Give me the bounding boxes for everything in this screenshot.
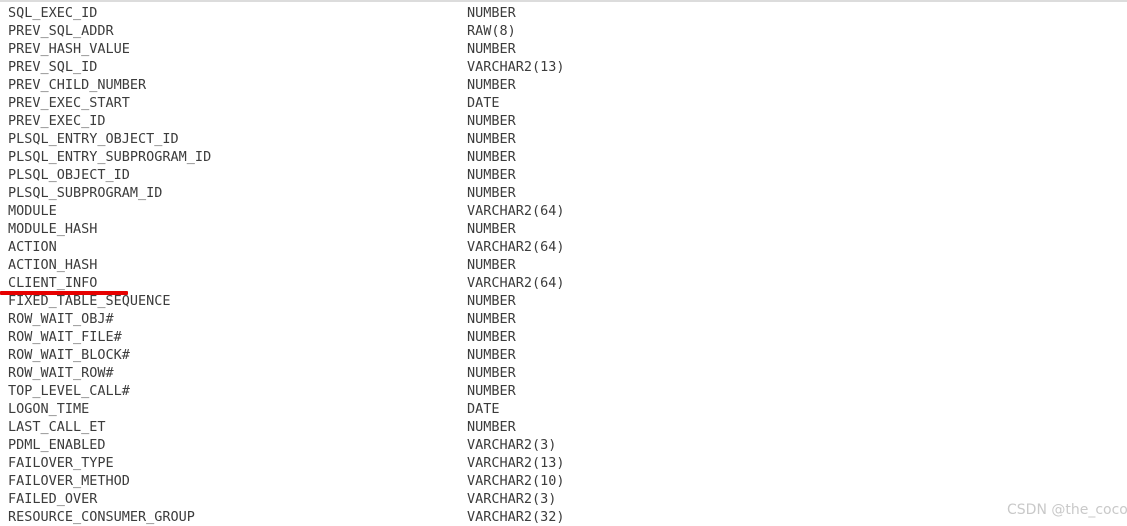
- column-row: PREV_HASH_VALUE NUMBER: [0, 40, 1127, 58]
- column-name: TOP_LEVEL_CALL#: [8, 383, 130, 399]
- top-divider: [0, 0, 1127, 2]
- column-datatype: RAW(8): [467, 23, 516, 39]
- column-row: LOGON_TIME DATE: [0, 400, 1127, 418]
- column-row: PLSQL_OBJECT_ID NUMBER: [0, 166, 1127, 184]
- column-definition-list: SQL_EXEC_ID NUMBER PREV_SQL_ADDR RAW(8) PREV…: [0, 4, 1127, 526]
- column-datatype: NUMBER: [467, 221, 516, 237]
- column-name: PREV_SQL_ADDR: [8, 23, 114, 39]
- column-name: MODULE_HASH: [8, 221, 98, 237]
- column-name: PREV_EXEC_ID: [8, 113, 106, 129]
- column-datatype: VARCHAR2(64): [467, 239, 565, 255]
- column-row: LAST_CALL_ET NUMBER: [0, 418, 1127, 436]
- column-name: LOGON_TIME: [8, 401, 90, 417]
- column-datatype: NUMBER: [467, 419, 516, 435]
- column-name: RESOURCE_CONSUMER_GROUP: [8, 509, 195, 525]
- column-datatype: VARCHAR2(10): [467, 473, 565, 489]
- column-datatype: NUMBER: [467, 185, 516, 201]
- column-datatype: NUMBER: [467, 113, 516, 129]
- column-name: PREV_SQL_ID: [8, 59, 98, 75]
- screenshot-root: SQL_EXEC_ID NUMBER PREV_SQL_ADDR RAW(8) PREV…: [0, 0, 1127, 526]
- column-row: FAILED_OVER VARCHAR2(3): [0, 490, 1127, 508]
- column-datatype: VARCHAR2(32): [467, 509, 565, 525]
- column-name: MODULE: [8, 203, 57, 219]
- column-name: SQL_EXEC_ID: [8, 5, 98, 21]
- column-row: ACTION_HASH NUMBER: [0, 256, 1127, 274]
- column-name: PLSQL_ENTRY_OBJECT_ID: [8, 131, 179, 147]
- column-row: FIXED_TABLE_SEQUENCE NUMBER: [0, 292, 1127, 310]
- column-name: ROW_WAIT_BLOCK#: [8, 347, 130, 363]
- column-row: FAILOVER_METHOD VARCHAR2(10): [0, 472, 1127, 490]
- column-row: TOP_LEVEL_CALL# NUMBER: [0, 382, 1127, 400]
- column-datatype: VARCHAR2(64): [467, 275, 565, 291]
- column-name: LAST_CALL_ET: [8, 419, 106, 435]
- column-datatype: VARCHAR2(13): [467, 455, 565, 471]
- column-datatype: NUMBER: [467, 257, 516, 273]
- column-row: MODULE VARCHAR2(64): [0, 202, 1127, 220]
- column-name: ACTION_HASH: [8, 257, 98, 273]
- column-datatype: NUMBER: [467, 365, 516, 381]
- column-name: ROW_WAIT_ROW#: [8, 365, 114, 381]
- column-name: PREV_HASH_VALUE: [8, 41, 130, 57]
- column-row: ROW_WAIT_BLOCK# NUMBER: [0, 346, 1127, 364]
- column-datatype: NUMBER: [467, 293, 516, 309]
- column-row: ROW_WAIT_ROW# NUMBER: [0, 364, 1127, 382]
- column-row: PREV_CHILD_NUMBER NUMBER: [0, 76, 1127, 94]
- column-name: PREV_EXEC_START: [8, 95, 130, 111]
- column-datatype: DATE: [467, 95, 500, 111]
- column-row: PREV_EXEC_START DATE: [0, 94, 1127, 112]
- column-datatype: NUMBER: [467, 383, 516, 399]
- column-name: ROW_WAIT_OBJ#: [8, 311, 114, 327]
- column-row: PLSQL_SUBPROGRAM_ID NUMBER: [0, 184, 1127, 202]
- column-datatype: NUMBER: [467, 347, 516, 363]
- column-datatype: NUMBER: [467, 131, 516, 147]
- column-name: FAILOVER_METHOD: [8, 473, 130, 489]
- column-name: CLIENT_INFO: [8, 275, 98, 291]
- column-row: PREV_EXEC_ID NUMBER: [0, 112, 1127, 130]
- column-row: ROW_WAIT_OBJ# NUMBER: [0, 310, 1127, 328]
- column-datatype: NUMBER: [467, 77, 516, 93]
- column-row: PREV_SQL_ADDR RAW(8): [0, 22, 1127, 40]
- column-row: SQL_EXEC_ID NUMBER: [0, 4, 1127, 22]
- column-datatype: VARCHAR2(13): [467, 59, 565, 75]
- column-name: PDML_ENABLED: [8, 437, 106, 453]
- column-datatype: NUMBER: [467, 311, 516, 327]
- column-name: PLSQL_OBJECT_ID: [8, 167, 130, 183]
- column-row: PREV_SQL_ID VARCHAR2(13): [0, 58, 1127, 76]
- column-name: FAILOVER_TYPE: [8, 455, 114, 471]
- column-row: RESOURCE_CONSUMER_GROUP VARCHAR2(32): [0, 508, 1127, 526]
- column-row: PLSQL_ENTRY_OBJECT_ID NUMBER: [0, 130, 1127, 148]
- column-row: PLSQL_ENTRY_SUBPROGRAM_ID NUMBER: [0, 148, 1127, 166]
- column-datatype: VARCHAR2(3): [467, 437, 557, 453]
- column-name: PLSQL_ENTRY_SUBPROGRAM_ID: [8, 149, 212, 165]
- column-datatype: NUMBER: [467, 41, 516, 57]
- column-row: CLIENT_INFO VARCHAR2(64): [0, 274, 1127, 292]
- column-row: FAILOVER_TYPE VARCHAR2(13): [0, 454, 1127, 472]
- column-datatype: VARCHAR2(3): [467, 491, 557, 507]
- column-datatype: NUMBER: [467, 5, 516, 21]
- column-name: ACTION: [8, 239, 57, 255]
- column-name: FAILED_OVER: [8, 491, 98, 507]
- column-datatype: NUMBER: [467, 329, 516, 345]
- column-datatype: VARCHAR2(64): [467, 203, 565, 219]
- csdn-watermark: CSDN @the_coco: [1007, 502, 1127, 518]
- column-row: ACTION VARCHAR2(64): [0, 238, 1127, 256]
- column-datatype: DATE: [467, 401, 500, 417]
- column-row: MODULE_HASH NUMBER: [0, 220, 1127, 238]
- column-datatype: NUMBER: [467, 149, 516, 165]
- column-row: ROW_WAIT_FILE# NUMBER: [0, 328, 1127, 346]
- column-row: PDML_ENABLED VARCHAR2(3): [0, 436, 1127, 454]
- column-name: PLSQL_SUBPROGRAM_ID: [8, 185, 163, 201]
- column-name: ROW_WAIT_FILE#: [8, 329, 122, 345]
- column-name: PREV_CHILD_NUMBER: [8, 77, 147, 93]
- red-underline-annotation: [0, 291, 128, 295]
- column-datatype: NUMBER: [467, 167, 516, 183]
